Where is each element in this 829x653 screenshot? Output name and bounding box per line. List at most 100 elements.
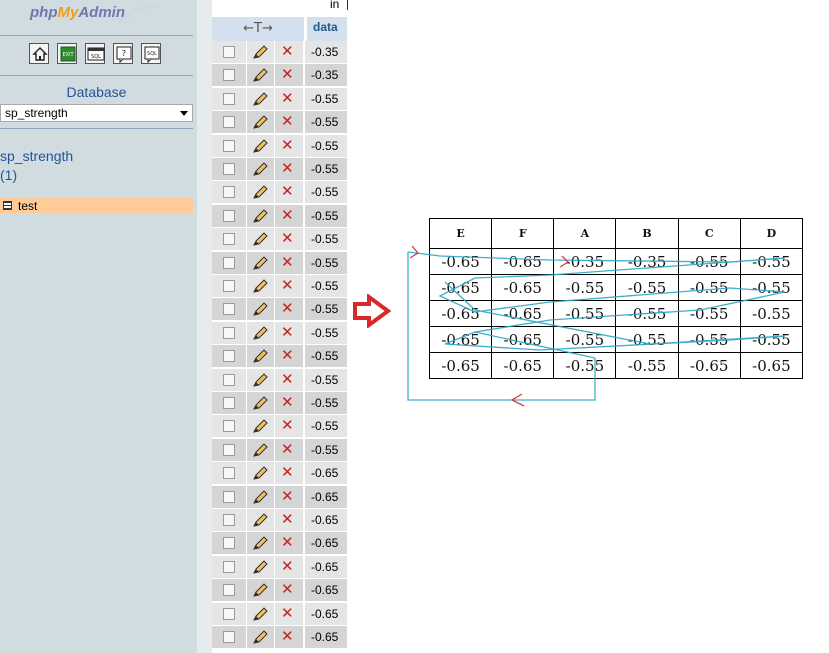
delete-icon[interactable]: ✕ — [281, 230, 294, 247]
data-cell[interactable]: -0.55 — [305, 298, 347, 321]
delete-icon[interactable]: ✕ — [281, 628, 294, 645]
database-name-link[interactable]: sp_strength (1) — [0, 147, 73, 185]
pencil-icon[interactable] — [251, 348, 269, 368]
database-select[interactable]: sp_strength — [0, 104, 193, 122]
pencil-icon[interactable] — [251, 301, 269, 321]
data-cell[interactable]: -0.55 — [305, 275, 347, 297]
row-checkbox[interactable] — [223, 69, 235, 82]
delete-icon[interactable]: ✕ — [281, 347, 294, 364]
data-cell[interactable]: -0.55 — [305, 345, 347, 368]
data-cell[interactable]: -0.55 — [305, 204, 347, 227]
pencil-icon[interactable] — [251, 91, 269, 111]
pencil-icon[interactable] — [251, 395, 269, 415]
help-icon[interactable]: ? — [113, 43, 133, 64]
sidebar-item-test[interactable]: test — [0, 198, 193, 213]
row-checkbox[interactable] — [223, 233, 235, 246]
pencil-icon[interactable] — [251, 512, 269, 532]
delete-icon[interactable]: ✕ — [281, 113, 294, 130]
data-cell[interactable]: -0.65 — [305, 532, 347, 555]
pencil-icon[interactable] — [251, 559, 269, 579]
row-checkbox[interactable] — [223, 537, 235, 550]
delete-icon[interactable]: ✕ — [281, 300, 294, 317]
column-header-data[interactable]: data — [307, 17, 347, 41]
pencil-icon[interactable] — [251, 208, 269, 228]
data-cell[interactable]: -0.55 — [305, 158, 347, 180]
delete-icon[interactable]: ✕ — [281, 581, 294, 598]
pencil-icon[interactable] — [251, 418, 269, 438]
delete-icon[interactable]: ✕ — [281, 183, 294, 200]
row-checkbox[interactable] — [223, 443, 235, 456]
delete-icon[interactable]: ✕ — [281, 206, 294, 224]
row-checkbox[interactable] — [223, 256, 235, 269]
data-cell[interactable]: -0.65 — [305, 555, 347, 578]
delete-icon[interactable]: ✕ — [281, 89, 294, 107]
pencil-icon[interactable] — [251, 606, 269, 626]
row-checkbox[interactable] — [223, 420, 235, 433]
pencil-icon[interactable] — [251, 325, 269, 345]
delete-icon[interactable]: ✕ — [281, 253, 294, 271]
pencil-icon[interactable] — [251, 255, 269, 275]
row-checkbox[interactable] — [223, 397, 235, 409]
row-checkbox[interactable] — [223, 46, 235, 58]
pencil-icon[interactable] — [251, 44, 269, 64]
data-cell[interactable]: -0.55 — [305, 392, 347, 414]
row-checkbox[interactable] — [223, 326, 235, 339]
pencil-icon[interactable] — [251, 67, 269, 87]
pencil-icon[interactable] — [251, 465, 269, 485]
row-checkbox[interactable] — [223, 514, 235, 526]
row-checkbox[interactable] — [223, 280, 235, 292]
delete-icon[interactable]: ✕ — [281, 66, 294, 83]
row-checkbox[interactable] — [223, 560, 235, 573]
row-checkbox[interactable] — [223, 467, 235, 480]
frame-divider[interactable] — [197, 0, 212, 653]
delete-icon[interactable]: ✕ — [281, 277, 294, 294]
row-checkbox[interactable] — [223, 631, 235, 643]
row-checkbox[interactable] — [223, 116, 235, 129]
delete-icon[interactable]: ✕ — [281, 604, 294, 622]
delete-icon[interactable]: ✕ — [281, 487, 294, 505]
data-cell[interactable]: -0.55 — [305, 111, 347, 134]
row-checkbox[interactable] — [223, 584, 235, 597]
data-cell[interactable]: -0.55 — [305, 181, 347, 204]
data-cell[interactable]: -0.55 — [305, 228, 347, 251]
data-cell[interactable]: -0.65 — [305, 509, 347, 531]
data-cell[interactable]: -0.65 — [305, 626, 347, 648]
data-cell[interactable]: -0.55 — [305, 251, 347, 274]
delete-icon[interactable]: ✕ — [281, 43, 294, 60]
docs-icon[interactable]: SQL — [141, 43, 161, 64]
delete-icon[interactable]: ✕ — [281, 440, 294, 458]
pencil-icon[interactable] — [251, 582, 269, 602]
exit-icon[interactable]: EXIT — [57, 43, 77, 64]
delete-icon[interactable]: ✕ — [281, 417, 294, 434]
row-checkbox[interactable] — [223, 163, 235, 175]
pencil-icon[interactable] — [251, 231, 269, 251]
data-cell[interactable]: -0.55 — [305, 368, 347, 391]
pencil-icon[interactable] — [251, 372, 269, 392]
row-checkbox[interactable] — [223, 607, 235, 620]
row-checkbox[interactable] — [223, 186, 235, 199]
data-cell[interactable]: -0.55 — [305, 87, 347, 110]
pencil-icon[interactable] — [251, 489, 269, 509]
data-cell[interactable]: -0.55 — [305, 321, 347, 344]
pencil-icon[interactable] — [251, 114, 269, 134]
row-checkbox[interactable] — [223, 373, 235, 386]
delete-icon[interactable]: ✕ — [281, 557, 294, 575]
row-checkbox[interactable] — [223, 490, 235, 503]
delete-icon[interactable]: ✕ — [281, 160, 294, 177]
pencil-icon[interactable] — [251, 535, 269, 555]
pencil-icon[interactable] — [251, 629, 269, 649]
row-checkbox[interactable] — [223, 209, 235, 222]
pencil-icon[interactable] — [251, 161, 269, 181]
data-cell[interactable]: -0.55 — [305, 438, 347, 461]
pencil-icon[interactable] — [251, 442, 269, 462]
delete-icon[interactable]: ✕ — [281, 370, 294, 388]
row-checkbox[interactable] — [223, 303, 235, 316]
delete-icon[interactable]: ✕ — [281, 323, 294, 341]
pencil-icon[interactable] — [251, 184, 269, 204]
phpmyadmin-logo[interactable]: phpMyAdmin — [30, 4, 125, 21]
data-cell[interactable]: -0.65 — [305, 602, 347, 625]
delete-icon[interactable]: ✕ — [281, 394, 294, 411]
delete-icon[interactable]: ✕ — [281, 511, 294, 528]
home-icon[interactable] — [29, 43, 49, 64]
column-resize-header[interactable]: ←T→ — [212, 17, 304, 41]
